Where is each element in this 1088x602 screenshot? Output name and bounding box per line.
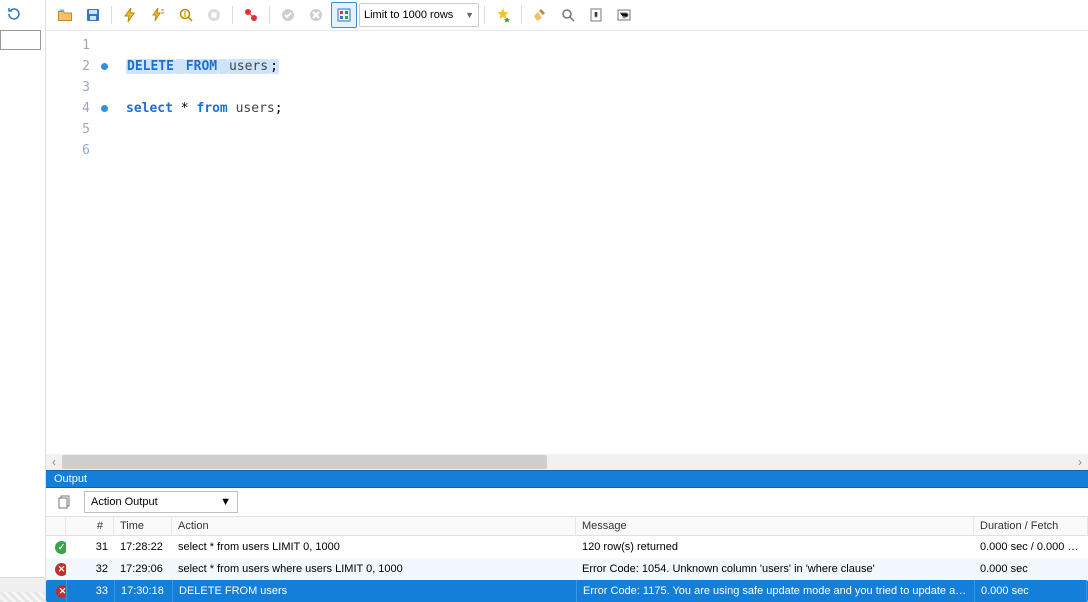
editor-markers	[96, 31, 112, 454]
editor-gutter: 123456	[46, 31, 96, 454]
scroll-left-icon[interactable]: ‹	[46, 454, 62, 470]
col-action[interactable]: Action	[172, 517, 576, 535]
cleanup-button[interactable]	[527, 2, 553, 28]
schema-filter-input[interactable]	[0, 30, 41, 50]
toggle-limit-button[interactable]	[331, 2, 357, 28]
panel-drag-handle[interactable]	[0, 592, 45, 602]
output-toolbar: Action Output ▼	[46, 488, 1088, 516]
toggle-invisible-button[interactable]	[583, 2, 609, 28]
error-icon: ✕	[56, 585, 67, 598]
beautify-button[interactable]	[490, 2, 516, 28]
success-icon: ✓	[55, 541, 66, 554]
execute-button[interactable]	[117, 2, 143, 28]
sidebar-scroll[interactable]	[0, 577, 45, 592]
output-panel-title: Output	[46, 470, 1088, 488]
refresh-icon[interactable]	[0, 0, 45, 28]
sql-editor[interactable]: 123456 DELETE FROM users;select * from u…	[46, 31, 1088, 454]
output-grid-header: # Time Action Message Duration / Fetch	[46, 516, 1088, 536]
rollback-button[interactable]	[303, 2, 329, 28]
wrap-button[interactable]	[611, 2, 637, 28]
col-num[interactable]: #	[66, 517, 114, 535]
error-icon: ✕	[55, 563, 66, 576]
execute-current-button[interactable]	[145, 2, 171, 28]
explain-button[interactable]	[173, 2, 199, 28]
commit-button[interactable]	[275, 2, 301, 28]
stop-button[interactable]	[201, 2, 227, 28]
output-grid: # Time Action Message Duration / Fetch ✓…	[46, 516, 1088, 602]
output-mode-label: Action Output	[91, 496, 158, 508]
col-duration[interactable]: Duration / Fetch	[974, 517, 1088, 535]
toggle-autocommit-button[interactable]	[238, 2, 264, 28]
chevron-down-icon: ▼	[465, 10, 474, 20]
col-message[interactable]: Message	[576, 517, 974, 535]
editor-hscroll[interactable]: ‹ ›	[46, 454, 1088, 470]
scroll-right-icon[interactable]: ›	[1072, 454, 1088, 470]
output-row[interactable]: ✕3217:29:06select * from users where use…	[46, 558, 1088, 580]
output-row[interactable]: ✕3317:30:18DELETE FROM usersError Code: …	[46, 580, 1088, 602]
save-file-button[interactable]	[80, 2, 106, 28]
col-time[interactable]: Time	[114, 517, 172, 535]
limit-rows-label: Limit to 1000 rows	[364, 9, 453, 21]
output-row[interactable]: ✓3117:28:22select * from users LIMIT 0, …	[46, 536, 1088, 558]
limit-rows-dropdown[interactable]: Limit to 1000 rows ▼	[359, 3, 479, 27]
left-sidebar	[0, 0, 46, 602]
chevron-down-icon: ▼	[220, 496, 231, 508]
output-copy-button[interactable]	[52, 489, 78, 515]
editor-toolbar: Limit to 1000 rows ▼	[46, 0, 1088, 31]
output-mode-dropdown[interactable]: Action Output ▼	[84, 491, 238, 513]
open-file-button[interactable]	[52, 2, 78, 28]
find-button[interactable]	[555, 2, 581, 28]
editor-code-area[interactable]: DELETE FROM users;select * from users;	[112, 31, 1088, 454]
